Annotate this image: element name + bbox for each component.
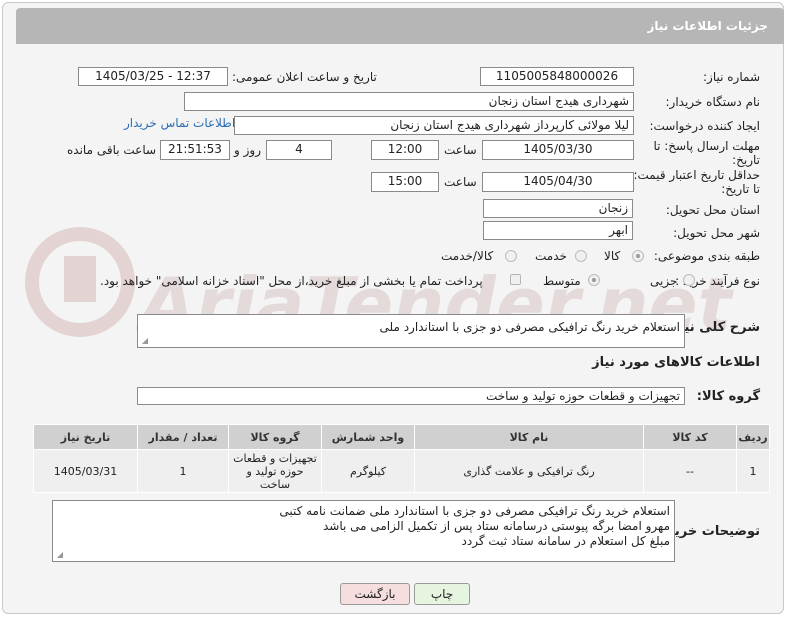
remaining-days-label: روز و [234,143,261,157]
resize-grip-icon[interactable]: ◢ [140,337,148,345]
category-radio-goods-service[interactable] [505,250,517,262]
remaining-days-field: 4 [266,140,332,160]
page-title: جزئیات اطلاعات نیاز [647,19,768,33]
price-time-label: ساعت [444,175,477,189]
buyer-contact-link[interactable]: اطلاعات تماس خریدار [124,116,235,130]
buyer-label: نام دستگاه خریدار: [665,95,761,109]
goods-group-field: تجهیزات و قطعات حوزه تولید و ساخت [137,387,685,405]
creator-field: لیلا مولائی کارپرداز شهرداری هیدج استان … [234,116,634,135]
buyer-notes-text: استعلام خرید رنگ ترافیکی مصرفی دو جزی با… [279,504,670,549]
cell-date: 1405/03/31 [33,449,138,493]
buyer-note-line: مبلغ کل استعلام در سامانه ستاد ثبت گردد [461,534,670,548]
cell-quantity: 1 [137,449,229,493]
col-header-name: نام کالا [414,424,644,450]
cell-group: تجهیزات و قطعات حوزه تولید و ساخت [228,449,322,493]
table-row[interactable]: 1 -- رنگ ترافیکی و علامت گذاری کیلوگرم ت… [33,449,770,493]
creator-label: ایجاد کننده درخواست: [649,119,760,133]
province-label: استان محل تحویل: [665,203,760,217]
cell-name: رنگ ترافیکی و علامت گذاری [414,449,644,493]
col-header-unit: واحد شمارش [321,424,415,450]
price-date-field: 1405/04/30 [482,172,634,192]
process-radio-medium[interactable] [588,274,600,286]
goods-group-label: گروه کالا: [696,389,760,404]
province-field: زنجان [483,199,633,218]
cell-code: -- [643,449,737,493]
category-option-goods-service: کالا/خدمت [441,249,494,263]
goods-info-title: اطلاعات کالاهای مورد نیاز [592,355,760,370]
category-option-goods: کالا [604,249,621,263]
category-option-service: خدمت [535,249,567,263]
deadline-time-label: ساعت [444,143,477,157]
buyer-notes-textarea[interactable]: استعلام خرید رنگ ترافیکی مصرفی دو جزی با… [52,500,675,562]
announce-label: تاریخ و ساعت اعلان عمومی: [232,70,377,84]
general-desc-textarea[interactable]: استعلام خرید رنگ ترافیکی مصرفی دو جزی با… [137,314,685,348]
category-label: طبقه بندی موضوعی: [653,249,760,263]
resize-grip-icon[interactable]: ◢ [55,551,63,559]
buyer-note-line: استعلام خرید رنگ ترافیکی مصرفی دو جزی با… [279,504,670,518]
treasury-payment-checkbox[interactable] [510,274,521,285]
deadline-date-field: 1405/03/30 [482,140,634,160]
print-button[interactable]: چاپ [414,583,470,605]
city-label: شهر محل تحویل: [673,226,760,240]
col-header-quantity: تعداد / مقدار [137,424,229,450]
table-header-row: ردیف کد کالا نام کالا واحد شمارش گروه کا… [33,424,770,450]
process-option-medium: متوسط [543,274,581,288]
treasury-payment-note: پرداخت تمام یا بخشی از مبلغ خرید،از محل … [100,274,483,288]
city-field: ابهر [483,221,633,240]
process-option-minor: جزیی [650,274,678,288]
col-header-group: گروه کالا [228,424,322,450]
col-header-date: تاریخ نیاز [33,424,138,450]
details-header: جزئیات اطلاعات نیاز [16,8,784,44]
cell-row-num: 1 [736,449,770,493]
deadline-time-field: 12:00 [371,140,439,160]
category-radio-service[interactable] [575,250,587,262]
buyer-note-line: مهرو امضا برگه پیوستی درسامانه ستاد پس ا… [322,519,670,533]
general-desc-text: استعلام خرید رنگ ترافیکی مصرفی دو جزی با… [379,320,681,334]
price-validity-label-date: تا تاریخ: [721,182,760,196]
process-radio-minor[interactable] [683,274,695,286]
buyer-field: شهرداری هیدج استان زنجان [184,92,634,111]
category-radio-goods[interactable] [632,250,644,262]
cell-unit: کیلوگرم [321,449,415,493]
goods-table: ردیف کد کالا نام کالا واحد شمارش گروه کا… [33,424,770,493]
deadline-label: مهلت ارسال پاسخ: تا [653,139,760,153]
back-button[interactable]: بازگشت [340,583,410,605]
announce-field: 1405/03/25 - 12:37 [78,67,228,86]
remaining-time-label: ساعت باقی مانده [67,143,157,157]
deadline-label-date: تاریخ: [732,153,760,167]
need-number-field: 1105005848000026 [480,67,634,86]
remaining-time-field: 21:51:53 [160,140,230,160]
col-header-code: کد کالا [643,424,737,450]
col-header-row-num: ردیف [736,424,770,450]
price-time-field: 15:00 [371,172,439,192]
price-validity-label: حداقل تاریخ اعتبار قیمت: [633,168,760,182]
need-number-label: شماره نیاز: [703,70,760,84]
